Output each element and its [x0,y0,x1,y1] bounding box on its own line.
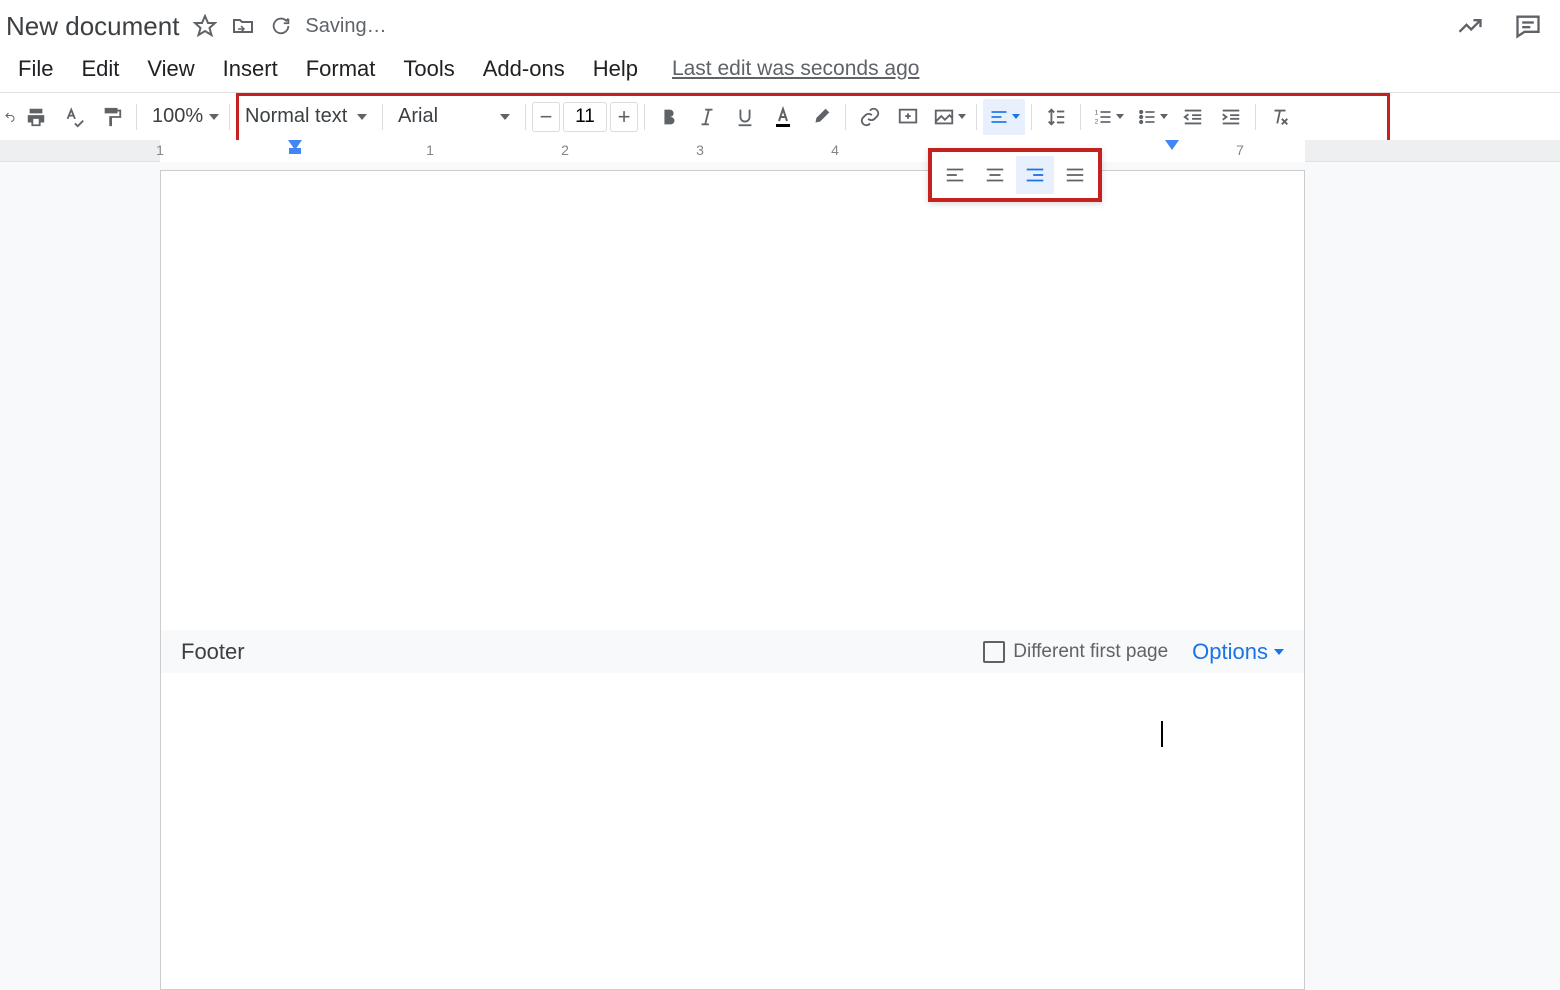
footer-label: Footer [181,639,245,665]
font-size-group: − + [532,102,638,132]
menu-bar: File Edit View Insert Format Tools Add-o… [0,48,1560,92]
ruler-number: 7 [1236,142,1244,158]
chevron-down-icon [209,114,219,120]
chevron-down-icon [1160,114,1168,119]
menu-view[interactable]: View [133,52,208,86]
print-icon[interactable] [18,99,54,135]
page[interactable]: Footer Different first page Options [160,170,1305,990]
undo-icon[interactable] [4,99,16,135]
chevron-down-icon [357,114,367,120]
font-value: Arial [398,105,438,128]
font-select[interactable]: Arial [389,100,519,134]
zoom-select[interactable]: 100% [143,100,223,134]
document-title[interactable]: New document [4,9,181,44]
menu-insert[interactable]: Insert [209,52,292,86]
options-label: Options [1192,639,1268,665]
text-cursor [1161,721,1163,747]
ruler-number: 4 [831,142,839,158]
horizontal-ruler[interactable]: 1 1 2 3 4 7 [160,140,1305,162]
right-indent-marker[interactable] [1165,140,1179,150]
chevron-down-icon [1012,114,1020,119]
insert-link-button[interactable] [852,99,888,135]
clear-formatting-button[interactable] [1262,99,1298,135]
menu-file[interactable]: File [4,52,67,86]
line-spacing-button[interactable] [1038,99,1074,135]
checkbox-icon[interactable] [983,641,1005,663]
paint-format-icon[interactable] [94,99,130,135]
bold-button[interactable] [651,99,687,135]
title-bar: New document Saving… [0,0,1560,48]
align-popup [928,148,1102,202]
underline-button[interactable] [727,99,763,135]
insert-image-button[interactable] [928,99,970,135]
align-left-button[interactable] [936,156,974,194]
svg-text:2: 2 [1094,118,1098,125]
italic-button[interactable] [689,99,725,135]
different-first-page-checkbox[interactable]: Different first page [983,641,1168,663]
last-edit-link[interactable]: Last edit was seconds ago [672,57,920,81]
align-right-button[interactable] [1016,156,1054,194]
menu-addons[interactable]: Add-ons [469,52,579,86]
toolbar: 100% Normal text Arial − + 12 [0,92,1560,140]
saving-status: Saving… [305,15,386,38]
decrease-font-size[interactable]: − [532,102,560,132]
paragraph-style-select[interactable]: Normal text [236,100,376,134]
align-button[interactable] [983,99,1025,135]
svg-text:1: 1 [1094,109,1098,116]
footer-content-area[interactable] [161,673,1304,989]
menu-help[interactable]: Help [579,52,652,86]
highlight-color-button[interactable] [803,99,839,135]
ruler-area: 1 1 2 3 4 7 [0,140,1560,162]
chevron-down-icon [958,114,966,119]
chevron-down-icon [1116,114,1124,119]
text-color-button[interactable] [765,99,801,135]
align-justify-button[interactable] [1056,156,1094,194]
move-to-folder-icon[interactable] [229,12,257,40]
star-icon[interactable] [191,12,219,40]
style-value: Normal text [245,105,347,128]
ruler-number: 2 [561,142,569,158]
add-comment-button[interactable] [890,99,926,135]
menu-edit[interactable]: Edit [67,52,133,86]
ruler-number: 1 [426,142,434,158]
numbered-list-button[interactable]: 12 [1087,99,1129,135]
footer-toolbar: Footer Different first page Options [161,630,1304,674]
different-first-page-label: Different first page [1013,641,1168,663]
spellcheck-icon[interactable] [56,99,92,135]
document-canvas[interactable]: Footer Different first page Options [0,170,1560,878]
align-center-button[interactable] [976,156,1014,194]
zoom-value: 100% [152,105,203,128]
footer-options-button[interactable]: Options [1192,639,1284,665]
menu-tools[interactable]: Tools [389,52,468,86]
comments-icon[interactable] [1514,12,1542,40]
chevron-down-icon [500,114,510,120]
activity-icon[interactable] [1456,12,1484,40]
font-size-input[interactable] [563,102,607,132]
sync-icon [267,12,295,40]
ruler-number: 1 [156,142,164,158]
increase-indent-button[interactable] [1213,99,1249,135]
ruler-number: 3 [696,142,704,158]
decrease-indent-button[interactable] [1175,99,1211,135]
menu-format[interactable]: Format [292,52,390,86]
bulleted-list-button[interactable] [1131,99,1173,135]
chevron-down-icon [1274,649,1284,655]
left-indent-marker[interactable] [289,148,301,154]
increase-font-size[interactable]: + [610,102,638,132]
